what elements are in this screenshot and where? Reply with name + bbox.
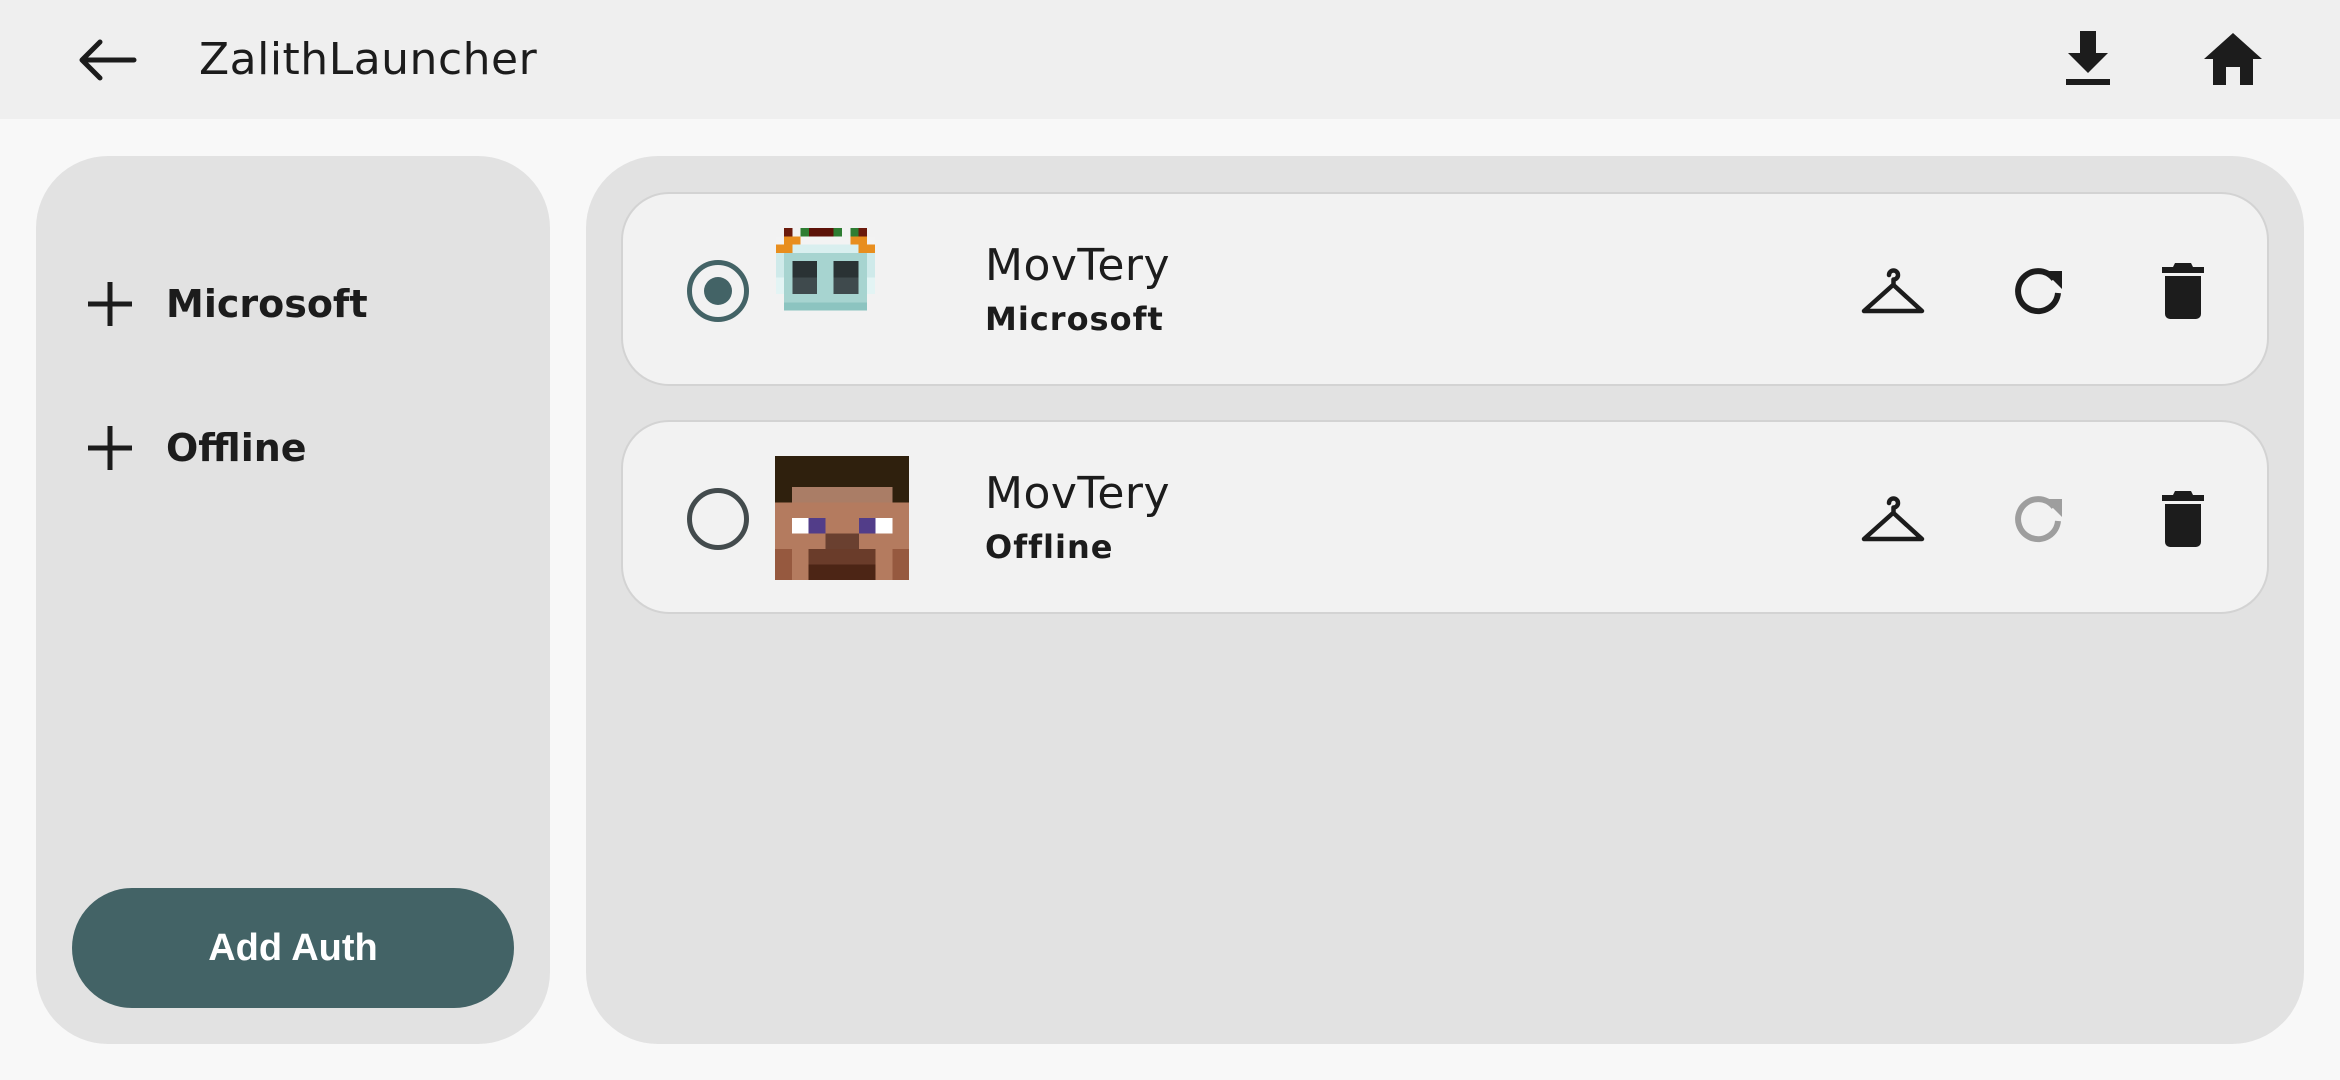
hanger-icon [1861, 496, 1925, 542]
account-name: MovTery [985, 468, 1171, 519]
refresh-account-button-disabled [2003, 484, 2073, 554]
plus-icon [86, 280, 134, 328]
trash-icon [2162, 263, 2204, 319]
change-skin-button[interactable] [1858, 484, 1928, 554]
change-skin-button[interactable] [1858, 256, 1928, 326]
home-icon [2204, 33, 2262, 85]
player-head-avatar [775, 456, 909, 580]
option-label: Offline [166, 426, 307, 470]
refresh-account-button[interactable] [2003, 256, 2073, 326]
option-label: Microsoft [166, 282, 368, 326]
refresh-icon [2015, 496, 2062, 543]
delete-account-button[interactable] [2148, 256, 2218, 326]
hanger-icon [1861, 268, 1925, 314]
account-type: Offline [985, 528, 1114, 566]
account-list: MovTery Microsoft MovTery Offline [586, 156, 2304, 1044]
account-radio-selected[interactable] [687, 260, 749, 322]
plus-icon [86, 424, 134, 472]
app-title: ZalithLauncher [199, 34, 538, 85]
auth-sidebar: Microsoft Offline Add Auth [36, 156, 550, 1044]
add-microsoft-option[interactable]: Microsoft [86, 264, 506, 344]
player-head-avatar [775, 228, 876, 311]
trash-icon [2162, 491, 2204, 547]
account-radio[interactable] [687, 488, 749, 550]
add-auth-button[interactable]: Add Auth [72, 888, 514, 1008]
download-button[interactable] [2058, 24, 2118, 94]
home-button[interactable] [2198, 24, 2268, 94]
account-card[interactable]: MovTery Offline [621, 420, 2269, 614]
add-offline-option[interactable]: Offline [86, 408, 506, 488]
back-button[interactable] [72, 28, 144, 92]
account-type: Microsoft [985, 300, 1164, 338]
download-icon [2066, 31, 2110, 85]
delete-account-button[interactable] [2148, 484, 2218, 554]
refresh-icon [2015, 268, 2062, 315]
top-app-bar: ZalithLauncher [0, 0, 2340, 119]
arrow-back-icon [79, 39, 137, 81]
account-card[interactable]: MovTery Microsoft [621, 192, 2269, 386]
account-name: MovTery [985, 240, 1171, 291]
radio-dot [704, 277, 732, 305]
